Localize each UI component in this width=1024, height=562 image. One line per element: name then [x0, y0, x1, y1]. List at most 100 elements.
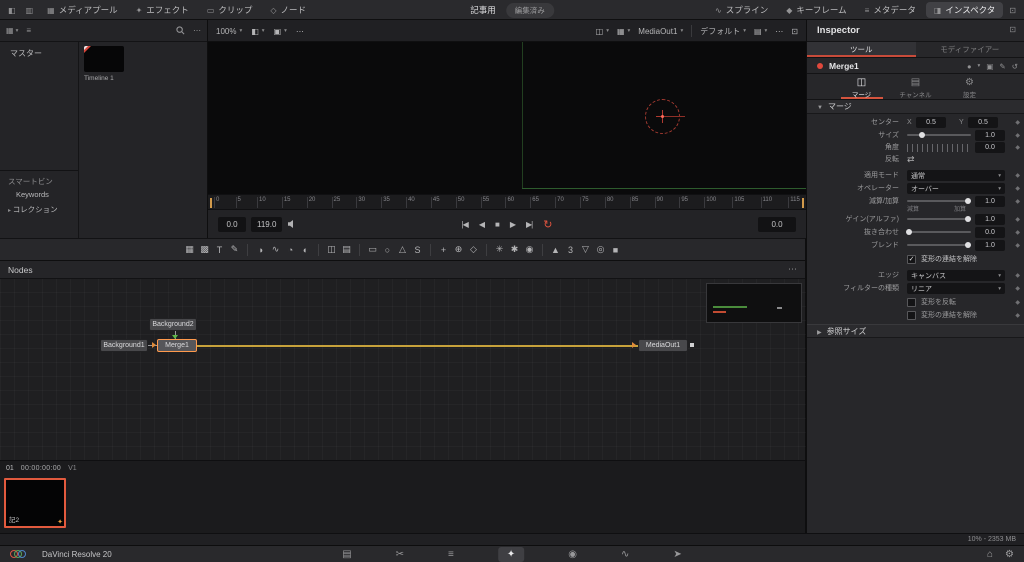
step-back-button[interactable]: ◀ — [479, 220, 484, 229]
tab-tools[interactable]: ツール — [807, 42, 916, 57]
render-range-start-marker[interactable] — [210, 198, 212, 208]
node-background2[interactable]: Background2 — [149, 318, 197, 331]
metadata-toggle[interactable]: ≡メタデータ — [857, 2, 924, 18]
node-tile-color-icon[interactable]: ● — [967, 62, 972, 71]
mediaout1-input[interactable] — [632, 342, 636, 348]
stop-button[interactable]: ■ — [495, 220, 499, 229]
keyframe-icon[interactable]: ◆ — [1015, 216, 1020, 223]
viewer-canvas[interactable] — [208, 42, 806, 194]
media-pool-toggle[interactable]: ▦メディアプール — [39, 2, 125, 18]
merge-section-header[interactable]: ▼マージ — [807, 100, 1024, 114]
keyframe-icon[interactable]: ◆ — [1015, 119, 1020, 126]
text-3d-tool-icon[interactable]: 3 — [563, 242, 578, 257]
unlink-transform-checkbox[interactable]: ✓ — [907, 255, 916, 264]
tab-channels[interactable]: ▤チャンネル — [895, 74, 937, 99]
transform-widget-center[interactable] — [661, 115, 664, 118]
center-y-value[interactable]: 0.5 — [968, 117, 998, 128]
center-x-value[interactable]: 0.5 — [916, 117, 946, 128]
loop-button[interactable]: ↻ — [543, 218, 552, 231]
tab-merge[interactable]: ◫マージ — [841, 74, 883, 99]
bspline-mask-tool-icon[interactable]: S — [410, 242, 425, 257]
edit-icon[interactable]: ✎ — [999, 62, 1005, 71]
node-color-dot[interactable] — [817, 63, 823, 69]
edges-select[interactable]: キャンバス▾ — [907, 270, 1005, 281]
page-media-icon[interactable]: ▤ — [342, 548, 351, 561]
speaker-icon[interactable] — [287, 219, 297, 229]
bin-keywords[interactable]: Keywords — [16, 190, 49, 199]
page-edit-icon[interactable]: ≡ — [448, 548, 454, 561]
transform-tool-icon[interactable]: + — [436, 242, 451, 257]
keyframe-icon[interactable]: ◆ — [1015, 242, 1020, 249]
chevron-down-icon[interactable]: ▾ — [978, 63, 981, 69]
reset-icon[interactable]: ↺ — [1012, 62, 1018, 71]
timeline-clip-thumbnail[interactable] — [84, 46, 124, 72]
flip-horizontal-icon[interactable]: ⇄ — [907, 153, 915, 166]
filter-method-select[interactable]: リニア▾ — [907, 283, 1005, 294]
keyframe-icon[interactable]: ◆ — [1015, 172, 1020, 179]
page-fusion-icon[interactable]: ✦ — [498, 547, 524, 562]
bin-collections[interactable]: ▸ コレクション — [8, 204, 58, 215]
tracker-tool-icon[interactable]: ⊕ — [451, 242, 466, 257]
text-plus-tool-icon[interactable]: T — [212, 242, 227, 257]
node-mediaout1[interactable]: MediaOut1 — [638, 339, 688, 352]
p-emitter-tool-icon[interactable]: ✳ — [492, 242, 507, 257]
project-manager-icon[interactable]: ⌂ — [987, 549, 993, 560]
node-background1[interactable]: Background1 — [100, 339, 148, 352]
tab-modifiers[interactable]: モディファイアー — [916, 42, 1024, 57]
keyframes-toggle[interactable]: ◆キーフレーム — [778, 2, 854, 18]
background-tool-icon[interactable]: ▦ — [182, 242, 197, 257]
p-render-tool-icon[interactable]: ◉ — [522, 242, 537, 257]
burn-in-slider[interactable] — [907, 231, 971, 233]
viewer-split-select[interactable]: ◧▾ — [251, 27, 264, 36]
viewer-left-options-icon[interactable]: ⋯ — [296, 27, 304, 36]
merge-3d-tool-icon[interactable]: ▽ — [578, 242, 593, 257]
p-merge-tool-icon[interactable]: ✱ — [507, 242, 522, 257]
list-view-icon[interactable]: ≡ — [26, 26, 31, 35]
range-start-field[interactable]: 0.0 — [218, 217, 246, 232]
paint-tool-icon[interactable]: ✎ — [227, 242, 242, 257]
search-icon[interactable] — [176, 26, 185, 35]
shape-3d-tool-icon[interactable]: ▲ — [548, 242, 563, 257]
viewer-guides-select[interactable]: ▦▾ — [617, 27, 630, 36]
inspector-expand-icon[interactable]: ⊡ — [1009, 25, 1016, 34]
merge-tool-icon[interactable]: ◫ — [324, 242, 339, 257]
page-color-icon[interactable]: ◉ — [568, 548, 577, 561]
reference-size-section-header[interactable]: ▶参照サイズ — [807, 324, 1024, 338]
thumbnail-view-icon[interactable]: ▦▾ — [6, 26, 18, 35]
range-end-field[interactable]: 119.0 — [251, 217, 282, 232]
color-corrector-tool-icon[interactable]: ◑ — [253, 242, 268, 257]
alpha-gain-slider-knob[interactable] — [965, 216, 971, 222]
viewer-layout-select[interactable]: ▣▾ — [274, 27, 287, 36]
viewer-zoom-select[interactable]: 100%▾ — [216, 27, 242, 36]
matte-control-tool-icon[interactable]: ▤ — [339, 242, 354, 257]
go-to-start-button[interactable]: |◀ — [462, 220, 468, 229]
tab-settings[interactable]: ⚙設定 — [949, 74, 991, 99]
merge1-foreground-input[interactable] — [152, 342, 156, 348]
viewer-options-icon[interactable]: ⋯ — [775, 27, 783, 36]
rectangle-mask-tool-icon[interactable]: ▭ — [365, 242, 380, 257]
keyframe-icon[interactable]: ◆ — [1015, 299, 1020, 306]
viewer-source-select[interactable]: MediaOut1▾ — [638, 27, 683, 36]
brightness-contrast-tool-icon[interactable]: ◐ — [298, 242, 313, 257]
size-slider-knob[interactable] — [919, 132, 925, 138]
polygon-mask-tool-icon[interactable]: △ — [395, 242, 410, 257]
nodes-toggle[interactable]: ◇ノード — [262, 2, 314, 18]
nodes-panel-options-icon[interactable]: ⋯ — [788, 264, 797, 275]
keyframe-icon[interactable]: ◆ — [1015, 285, 1020, 292]
color-curves-tool-icon[interactable]: ∿ — [268, 242, 283, 257]
alpha-gain-slider[interactable] — [907, 218, 971, 220]
alpha-gain-value[interactable]: 1.0 — [975, 214, 1005, 225]
viewer-lut-select[interactable]: デフォルト▾ — [700, 26, 746, 37]
keyframe-icon[interactable]: ◆ — [1015, 185, 1020, 192]
node-merge1[interactable]: Merge1 — [157, 339, 197, 352]
apply-mode-select[interactable]: 通常▾ — [907, 170, 1005, 181]
keyframe-icon[interactable]: ◆ — [1015, 312, 1020, 319]
workspace-icon[interactable]: ⊡ — [1005, 6, 1020, 15]
node-graph-minimap[interactable] — [706, 283, 802, 323]
burn-in-value[interactable]: 0.0 — [975, 227, 1005, 238]
planar-tracker-tool-icon[interactable]: ◇ — [466, 242, 481, 257]
play-button[interactable]: ▶ — [510, 220, 515, 229]
invert-transform-checkbox[interactable] — [907, 298, 916, 307]
inspector-toggle[interactable]: ◨インスペクタ — [926, 2, 1003, 18]
camera-3d-tool-icon[interactable]: ◎ — [593, 242, 608, 257]
